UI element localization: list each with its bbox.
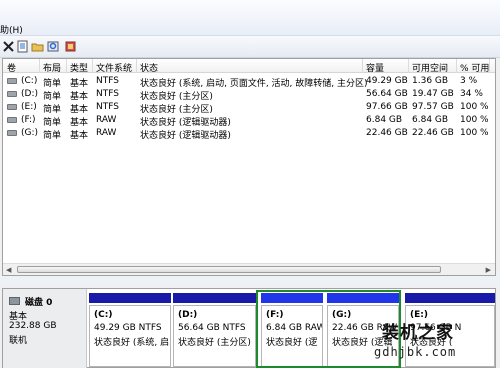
partition-d[interactable]: (D:) 56.64 GB NTFS 状态良好 (主分区) [173, 293, 256, 367]
partition-c[interactable]: (C:) 49.29 GB NTFS 状态良好 (系统, 启 [89, 293, 171, 367]
volume-name: (F:) [21, 115, 36, 125]
partition-letter: (C:) [94, 310, 112, 320]
col-volume[interactable]: 卷 [7, 61, 16, 74]
drive-icon [7, 130, 17, 136]
drive-icon [7, 117, 17, 123]
menu-help[interactable]: 助(H) [0, 23, 23, 36]
volume-row-c[interactable]: (C:) 简单 基本 NTFS 状态良好 (系统, 启动, 页面文件, 活动, … [3, 75, 495, 88]
disk-state: 联机 [9, 333, 27, 346]
volume-row-d[interactable]: (D:) 简单 基本 NTFS 状态良好 (主分区) 56.64 GB 19.4… [3, 88, 495, 101]
volume-capacity: 22.46 GB [366, 128, 408, 138]
col-percent-free[interactable]: % 可用 [460, 61, 489, 74]
volume-free: 1.36 GB [412, 76, 448, 86]
volume-status: 状态良好 (逻辑驱动器) [140, 128, 231, 141]
volume-filesystem: NTFS [96, 76, 119, 86]
volume-filesystem: RAW [96, 115, 116, 125]
partition-body: (C:) 49.29 GB NTFS 状态良好 (系统, 启 [89, 305, 171, 367]
menu-bar: 助(H) [0, 0, 500, 36]
partition-letter: (D:) [178, 310, 197, 320]
volume-name: (C:) [21, 76, 37, 86]
partition-status: 状态良好 (主分区) [178, 335, 251, 348]
volume-name: (D:) [21, 89, 38, 99]
volume-name: (E:) [21, 102, 37, 112]
disk-label[interactable]: 磁盘 0 基本 232.88 GB 联机 [3, 289, 87, 368]
disk-icon [9, 297, 20, 305]
volume-row-g[interactable]: (G:) 简单 基本 RAW 状态良好 (逻辑驱动器) 22.46 GB 22.… [3, 127, 495, 140]
toolbar [0, 36, 500, 58]
scroll-right-icon[interactable]: ▶ [486, 266, 491, 274]
volume-free: 22.46 GB [412, 128, 454, 138]
col-status[interactable]: 状态 [140, 61, 158, 74]
volume-capacity: 97.66 GB [366, 102, 408, 112]
volume-list-header: 卷 布局 类型 文件系统 状态 容量 可用空间 % 可用 [3, 59, 495, 73]
col-capacity[interactable]: 容量 [366, 61, 384, 74]
partition-bar [405, 293, 495, 303]
watermark: 装机之家 gdhjbk.com [372, 318, 496, 364]
col-filesystem[interactable]: 文件系统 [96, 61, 132, 74]
col-type[interactable]: 类型 [70, 61, 88, 74]
volume-free: 6.84 GB [412, 115, 448, 125]
scrollbar-thumb[interactable] [17, 266, 441, 273]
drive-icon [7, 91, 17, 97]
scroll-left-icon[interactable]: ◀ [6, 266, 11, 274]
volume-row-f[interactable]: (F:) 简单 基本 RAW 状态良好 (逻辑驱动器) 6.84 GB 6.84… [3, 114, 495, 127]
volume-capacity: 6.84 GB [366, 115, 402, 125]
partition-bar [89, 293, 171, 303]
volume-layout: 简单 [43, 128, 61, 141]
properties-icon[interactable] [16, 40, 29, 53]
volume-percent: 34 % [460, 89, 483, 99]
volume-list: 卷 布局 类型 文件系统 状态 容量 可用空间 % 可用 (C:) 简单 基本 … [2, 58, 496, 276]
volume-percent: 100 % [460, 115, 489, 125]
volume-filesystem: RAW [96, 128, 116, 138]
watermark-title: 装机之家 [382, 318, 454, 343]
col-free-space[interactable]: 可用空间 [412, 61, 448, 74]
volume-type: 基本 [70, 128, 88, 141]
partition-size: 56.64 GB NTFS [178, 323, 246, 333]
volume-free: 97.57 GB [412, 102, 454, 112]
volume-row-e[interactable]: (E:) 简单 基本 NTFS 状态良好 (主分区) 97.66 GB 97.5… [3, 101, 495, 114]
drive-icon [7, 78, 17, 84]
volume-percent: 3 % [460, 76, 477, 86]
volume-filesystem: NTFS [96, 89, 119, 99]
col-layout[interactable]: 布局 [43, 61, 61, 74]
volume-percent: 100 % [460, 102, 489, 112]
zoom-icon[interactable] [47, 40, 60, 53]
volume-capacity: 49.29 GB [366, 76, 408, 86]
close-icon[interactable] [2, 40, 15, 53]
partition-status: 状态良好 (系统, 启 [94, 335, 169, 348]
disk-name: 磁盘 0 [25, 295, 52, 308]
volume-percent: 100 % [460, 128, 489, 138]
pane-divider[interactable] [0, 276, 500, 286]
settings-icon[interactable] [64, 40, 77, 53]
volume-filesystem: NTFS [96, 102, 119, 112]
partition-bar [173, 293, 256, 303]
horizontal-scrollbar[interactable]: ◀ ▶ [3, 263, 495, 275]
disk-size: 232.88 GB [9, 321, 57, 331]
drive-icon [7, 104, 17, 110]
partition-body: (D:) 56.64 GB NTFS 状态良好 (主分区) [173, 305, 256, 367]
partition-size: 49.29 GB NTFS [94, 323, 162, 333]
volume-name: (G:) [21, 128, 38, 138]
volume-capacity: 56.64 GB [366, 89, 408, 99]
watermark-url: gdhjbk.com [374, 345, 456, 359]
volume-free: 19.47 GB [412, 89, 454, 99]
open-icon[interactable] [31, 40, 44, 53]
